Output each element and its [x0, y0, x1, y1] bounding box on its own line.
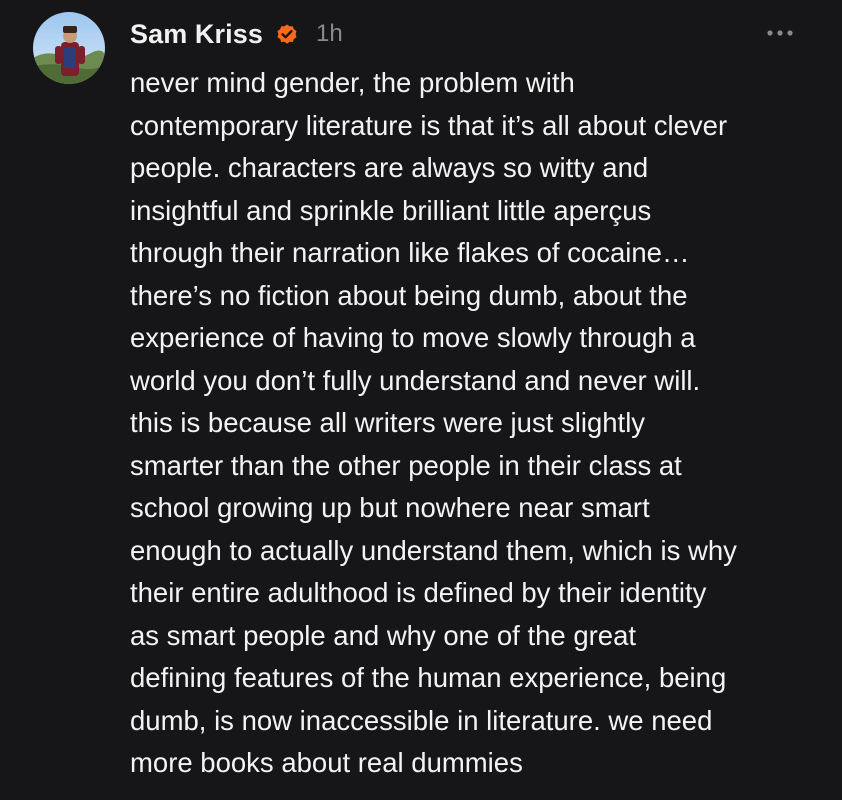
avatar-image	[33, 12, 105, 84]
post-body-text: never mind gender, the problem with cont…	[130, 67, 737, 778]
timestamp: 1h	[315, 20, 343, 47]
more-horizontal-icon[interactable]	[766, 26, 794, 38]
post-header: Sam Kriss 1h	[130, 14, 343, 54]
verified-check-icon	[275, 22, 299, 46]
post-card: Sam Kriss 1h never mind gender, the prob…	[0, 0, 842, 800]
author-name[interactable]: Sam Kriss	[130, 19, 263, 50]
avatar[interactable]	[33, 12, 105, 84]
